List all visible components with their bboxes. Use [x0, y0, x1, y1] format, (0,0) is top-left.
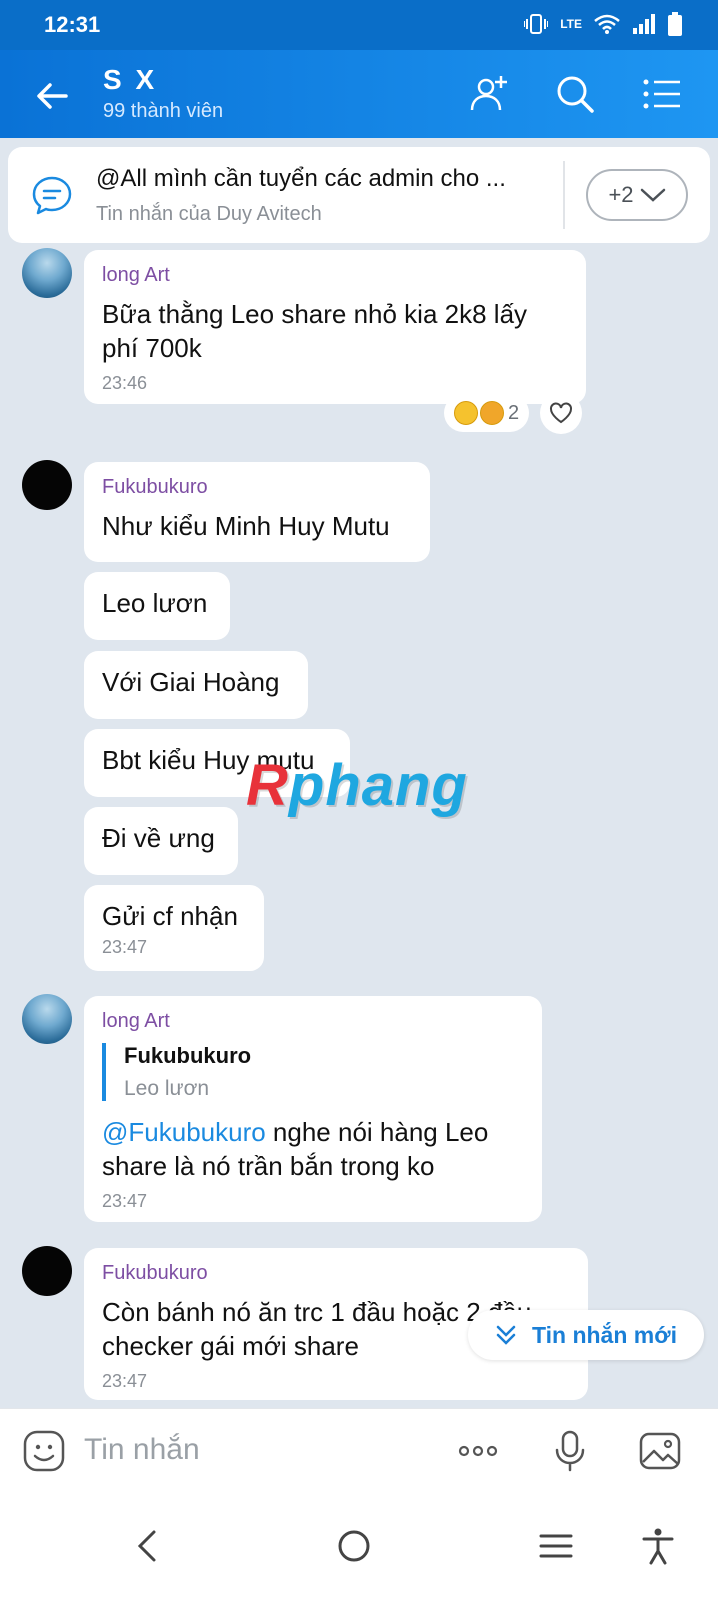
pinned-divider: [563, 161, 565, 229]
status-bar: 12:31 LTE: [0, 0, 718, 50]
chat-bubble-icon: [32, 176, 72, 215]
network-label: LTE: [560, 17, 582, 31]
message-time: 23:46: [102, 373, 148, 393]
new-messages-label: Tin nhắn mới: [532, 1321, 677, 1348]
avatar[interactable]: [22, 994, 72, 1044]
message-bubble[interactable]: Với Giai Hoàng: [84, 651, 308, 719]
message-input[interactable]: Tin nhắn: [84, 1433, 200, 1467]
add-member-icon[interactable]: [468, 72, 512, 116]
sender-name[interactable]: Fukubukuro: [102, 476, 412, 499]
status-icons: LTE: [524, 12, 682, 36]
surprised-emoji-icon: [454, 401, 478, 425]
pinned-more-count: +2: [608, 182, 634, 207]
sender-name[interactable]: Fukubukuro: [102, 1262, 570, 1285]
message-text: @Fukubukuro nghe nói hàng Leo share là n…: [102, 1117, 489, 1181]
message-text: Như kiểu Minh Huy Mutu: [102, 511, 390, 541]
message-text: Đi về ưng: [102, 823, 215, 853]
reaction-summary[interactable]: 2: [444, 394, 530, 432]
nav-home-icon[interactable]: [334, 1526, 374, 1566]
reaction-count: 2: [508, 401, 520, 424]
member-count[interactable]: 99 thành viên: [103, 100, 223, 123]
message-time: 23:47: [102, 1371, 148, 1391]
back-arrow-icon[interactable]: [32, 76, 72, 116]
pinned-text: @All mình cần tuyển các admin cho ...: [96, 165, 506, 192]
laughing-emoji-icon: [480, 401, 504, 425]
pinned-message-bar[interactable]: @All mình cần tuyển các admin cho ... Ti…: [8, 147, 710, 243]
vibrate-icon: [524, 14, 549, 34]
message-bubble[interactable]: long Art Bữa thằng Leo share nhỏ kia 2k8…: [84, 250, 586, 404]
message-text: Với Giai Hoàng: [102, 667, 280, 697]
pinned-from: Tin nhắn của Duy Avitech: [96, 203, 322, 225]
quoted-message[interactable]: Fukubukuro Leo lươn: [102, 1043, 524, 1101]
sticker-icon[interactable]: [22, 1429, 66, 1473]
message-bubble[interactable]: Gửi cf nhận 23:47: [84, 885, 264, 971]
group-name[interactable]: S X: [103, 64, 157, 96]
message-text: Bữa thằng Leo share nhỏ kia 2k8 lấy phí …: [102, 299, 528, 363]
quoted-sender: Fukubukuro: [124, 1043, 252, 1068]
sender-name[interactable]: long Art: [102, 264, 568, 287]
image-icon[interactable]: [638, 1429, 682, 1473]
mention-link[interactable]: @Fukubukuro: [102, 1117, 266, 1147]
chat-header: S X 99 thành viên: [0, 50, 718, 138]
more-options-icon[interactable]: [456, 1429, 500, 1473]
wifi-icon: [594, 14, 620, 34]
battery-icon: [668, 12, 682, 36]
avatar[interactable]: [22, 248, 72, 298]
message-bubble[interactable]: Fukubukuro Như kiểu Minh Huy Mutu: [84, 462, 430, 562]
avatar[interactable]: [22, 1246, 72, 1296]
accessibility-icon[interactable]: [638, 1526, 678, 1566]
pinned-more-button[interactable]: +2: [586, 169, 688, 221]
menu-list-icon[interactable]: [640, 72, 684, 116]
status-time: 12:31: [44, 12, 101, 37]
search-icon[interactable]: [553, 72, 597, 116]
system-nav-bar: [0, 1492, 718, 1600]
watermark: Rphang: [246, 753, 468, 818]
message-composer: Tin nhắn: [0, 1408, 718, 1492]
nav-recents-icon[interactable]: [536, 1526, 576, 1566]
message-text: Leo lươn: [102, 588, 208, 618]
nav-back-icon[interactable]: [128, 1526, 168, 1566]
message-text: Gửi cf nhận: [102, 901, 238, 931]
message-bubble[interactable]: Đi về ưng: [84, 807, 238, 875]
new-messages-button[interactable]: Tin nhắn mới: [468, 1310, 704, 1360]
signal-icon: [633, 14, 655, 34]
message-bubble[interactable]: long Art Fukubukuro Leo lươn @Fukubukuro…: [84, 996, 542, 1222]
sender-name[interactable]: long Art: [102, 1010, 524, 1033]
like-button[interactable]: [540, 392, 582, 434]
message-bubble[interactable]: Leo lươn: [84, 572, 230, 640]
heart-icon: [550, 402, 572, 424]
avatar[interactable]: [22, 460, 72, 510]
message-time: 23:47: [102, 1191, 148, 1211]
chevron-down-icon: [640, 188, 665, 202]
quoted-text: Leo lươn: [124, 1077, 210, 1100]
message-time: 23:47: [102, 937, 148, 957]
double-chevron-down-icon: [496, 1325, 516, 1345]
microphone-icon[interactable]: [548, 1429, 592, 1473]
